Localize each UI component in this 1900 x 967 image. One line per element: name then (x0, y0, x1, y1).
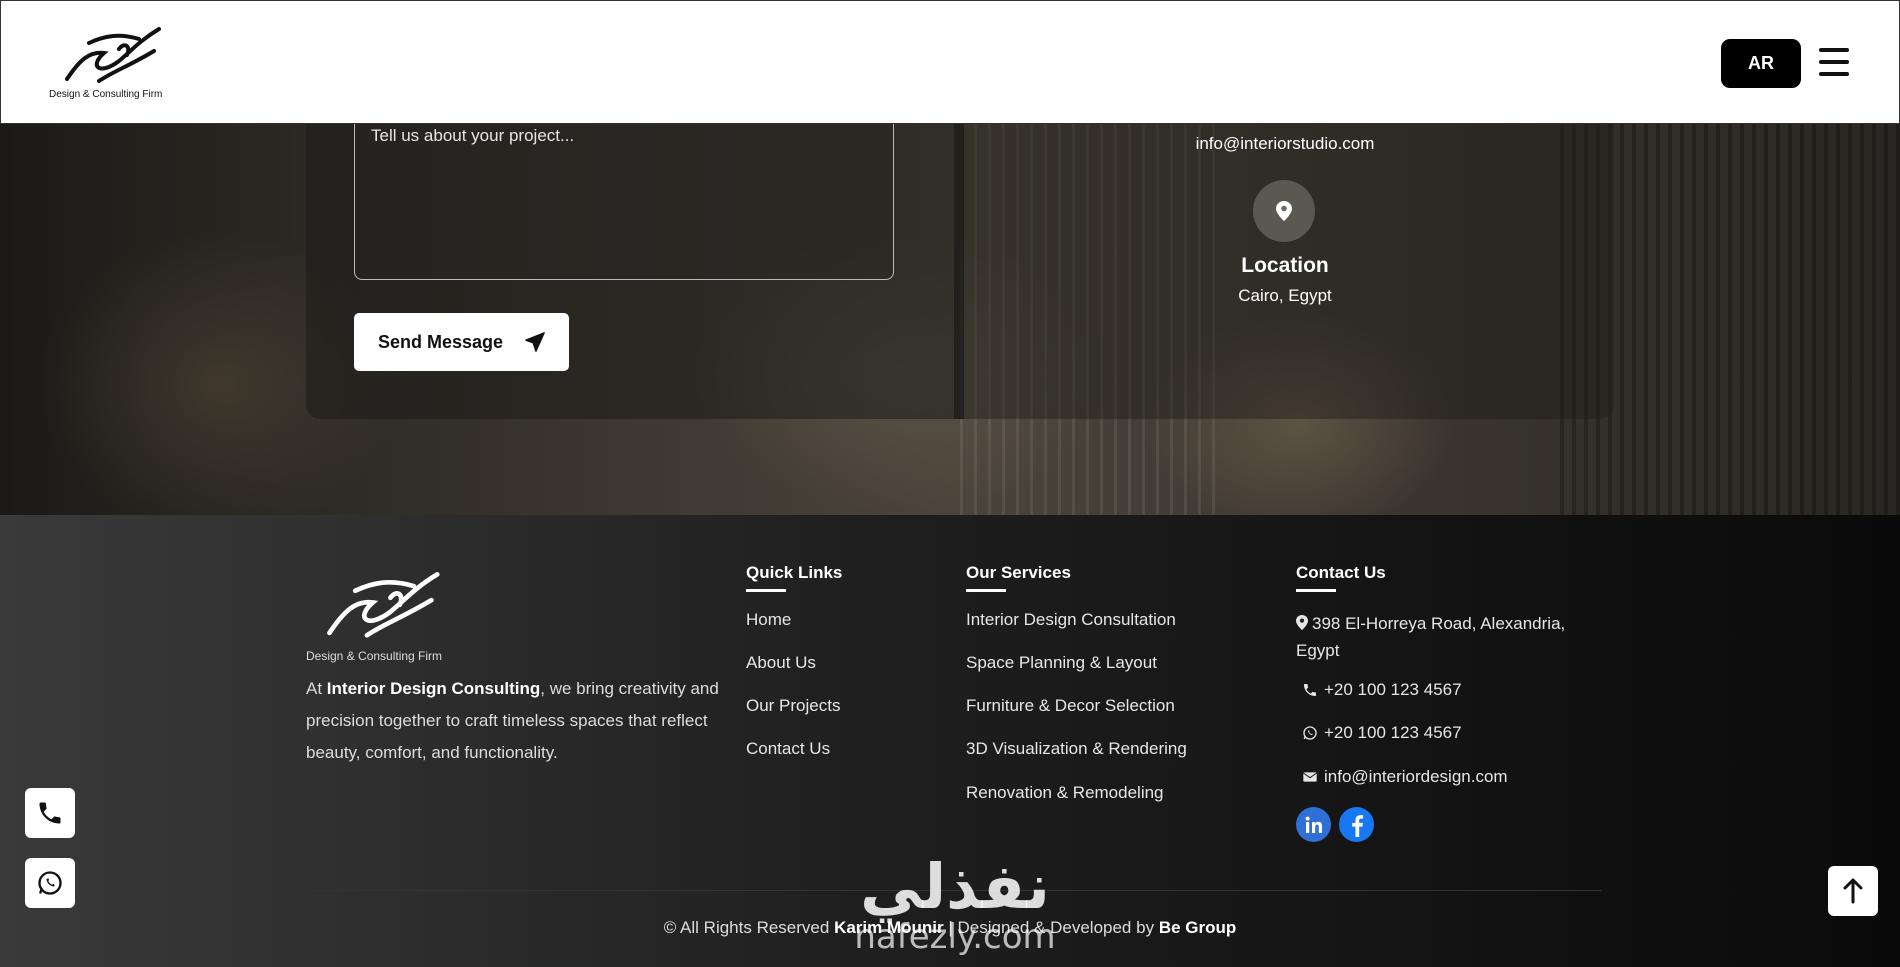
footer-link-about[interactable]: About Us (746, 653, 816, 673)
address-text: 398 El-Horreya Road, Alexandria, Egypt (1296, 614, 1566, 660)
location-value: Cairo, Egypt (1238, 286, 1332, 305)
send-message-label: Send Message (378, 331, 504, 352)
whatsapp-icon (38, 871, 62, 895)
brand-name: Interior Design Consulting (326, 679, 541, 698)
message-textarea[interactable] (354, 110, 894, 280)
signature-logo-icon (65, 27, 161, 83)
footer-logo[interactable]: Design & Consulting Firm (306, 565, 456, 665)
hamburger-menu-icon[interactable] (1819, 48, 1849, 76)
floating-call-button[interactable] (25, 788, 75, 838)
service-link-consultation[interactable]: Interior Design Consultation (966, 610, 1176, 630)
signature-logo-icon (327, 572, 440, 638)
footer-phone[interactable]: +20 100 123 4567 (1302, 680, 1462, 700)
service-link-renovation[interactable]: Renovation & Remodeling (966, 783, 1164, 803)
service-link-3d[interactable]: 3D Visualization & Rendering (966, 739, 1187, 759)
services-title: Our Services (966, 563, 1071, 592)
location-icon-circle (1253, 180, 1315, 242)
service-link-furniture[interactable]: Furniture & Decor Selection (966, 696, 1175, 716)
quick-links-title: Quick Links (746, 563, 842, 592)
phone-icon (39, 802, 61, 824)
footer-divider (306, 890, 1602, 891)
map-pin-icon (1296, 615, 1308, 630)
copyright-bar: © All Rights Reserved Karim Mounir | Des… (663, 918, 1237, 937)
footer-email[interactable]: info@interiordesign.com (1302, 767, 1508, 787)
phone-icon (1304, 684, 1316, 696)
copyright-owner: Karim Mounir (834, 918, 944, 937)
logo-subtitle: Design & Consulting Firm (49, 89, 163, 100)
location-title: Location (1241, 254, 1329, 277)
scroll-to-top-button[interactable] (1828, 866, 1878, 916)
contact-us-title: Contact Us (1296, 563, 1386, 592)
footer-link-home[interactable]: Home (746, 610, 791, 630)
arrow-up-icon (1843, 878, 1863, 904)
footer-about-text: At Interior Design Consulting, we bring … (306, 679, 719, 762)
site-header: Design & Consulting Firm AR (0, 0, 1900, 124)
envelope-icon (1303, 772, 1317, 782)
footer-whatsapp[interactable]: +20 100 123 4567 (1302, 723, 1462, 743)
map-pin-icon (1276, 201, 1292, 221)
floating-whatsapp-button[interactable] (25, 858, 75, 908)
brand-logo[interactable]: Design & Consulting Firm (49, 21, 174, 105)
linkedin-icon[interactable] (1296, 807, 1331, 842)
send-message-button[interactable]: Send Message (354, 313, 569, 371)
language-toggle-button[interactable]: AR (1721, 39, 1801, 88)
footer-link-projects[interactable]: Our Projects (746, 696, 840, 716)
footer-logo-subtitle: Design & Consulting Firm (306, 649, 443, 663)
facebook-icon[interactable] (1339, 807, 1374, 842)
site-footer (0, 515, 1900, 967)
footer-address: 398 El-Horreya Road, Alexandria, Egypt (1296, 610, 1596, 664)
developer-link[interactable]: Be Group (1159, 918, 1236, 937)
paper-plane-icon (525, 332, 545, 352)
footer-link-contact[interactable]: Contact Us (746, 739, 830, 759)
whatsapp-icon (1303, 726, 1317, 740)
service-link-space-planning[interactable]: Space Planning & Layout (966, 653, 1157, 673)
contact-info-email[interactable]: info@interiorstudio.com (1060, 134, 1510, 154)
